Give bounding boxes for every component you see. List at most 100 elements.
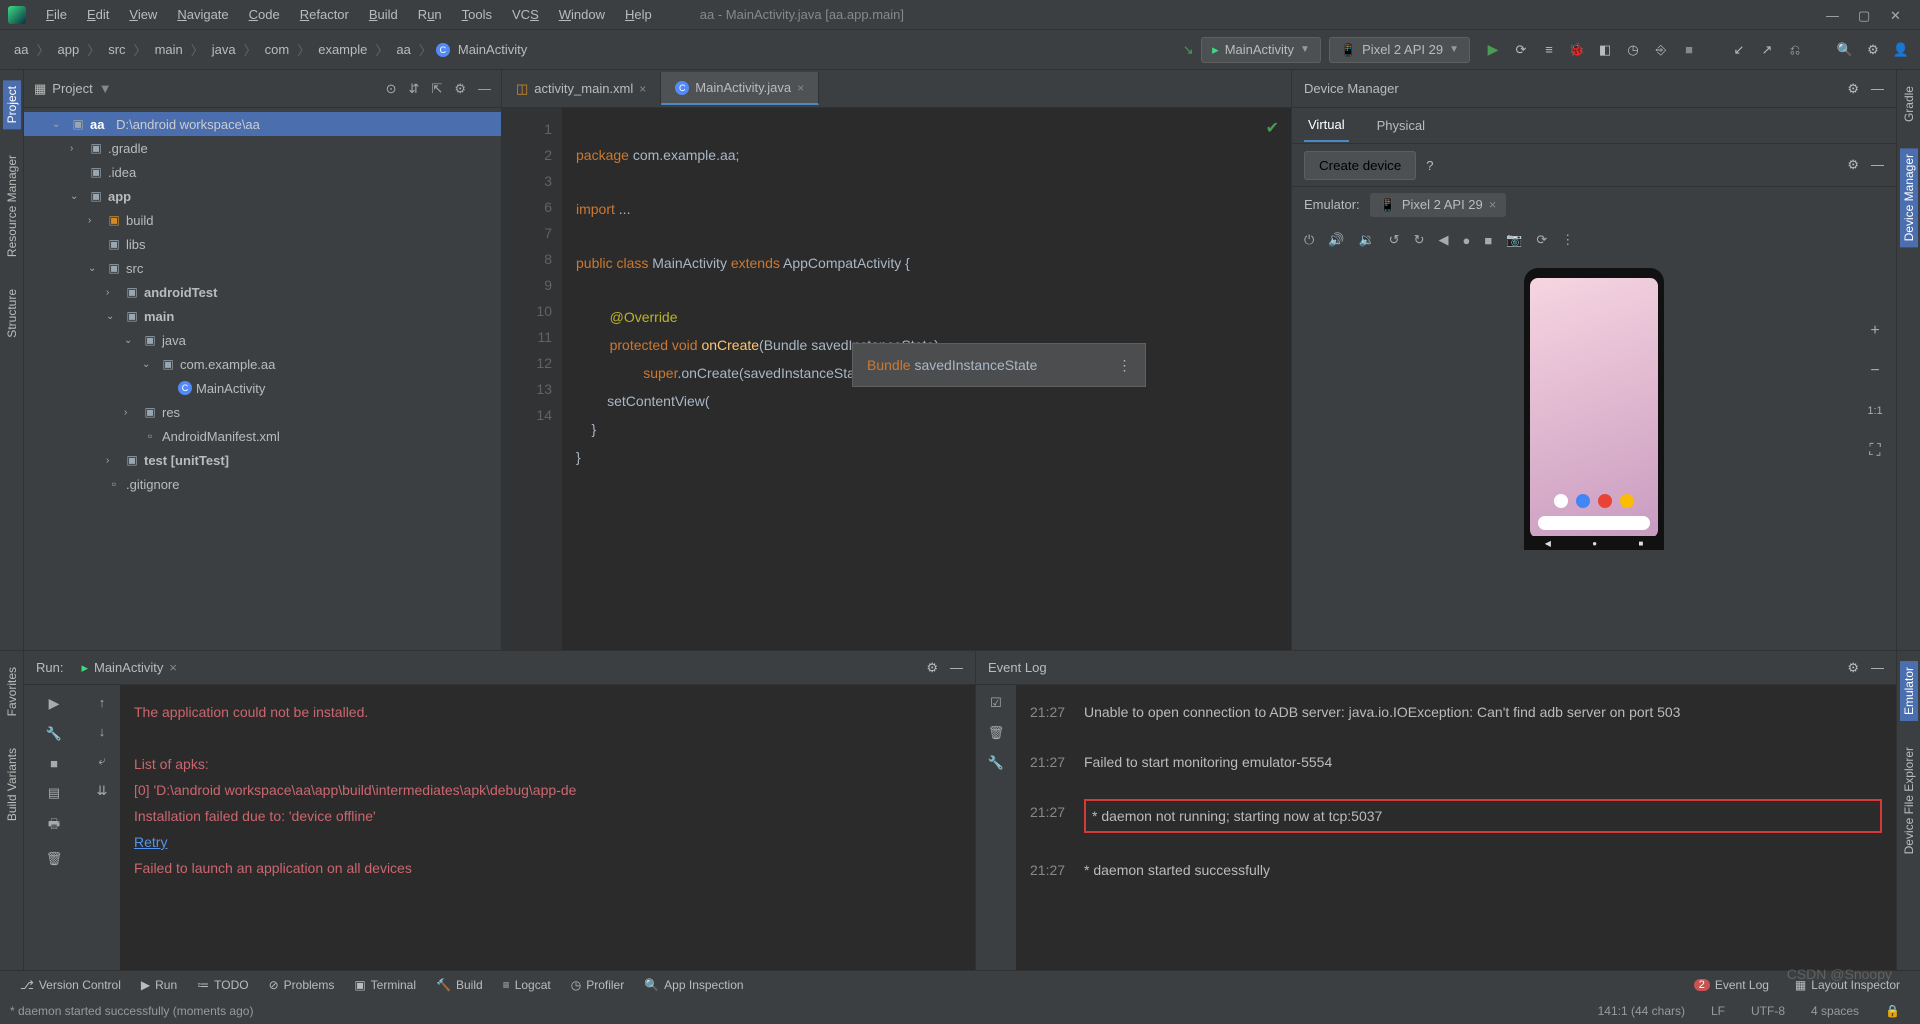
project-strip[interactable]: Project (3, 80, 21, 129)
sb-profiler[interactable]: ◷ Profiler (561, 974, 635, 996)
tree-row[interactable]: ⌄▣java (24, 328, 501, 352)
emulator-strip[interactable]: Emulator (1900, 661, 1918, 721)
volume-down-icon[interactable]: 🔉 (1358, 232, 1374, 248)
close-icon[interactable]: × (169, 660, 177, 675)
stop-icon[interactable]: ■ (50, 756, 58, 771)
zoom-11-icon[interactable]: 1:1 (1862, 398, 1888, 424)
bc-app[interactable]: app (53, 40, 83, 59)
zoom-fit-icon[interactable]: ⛶ (1862, 438, 1888, 464)
devexp-strip[interactable]: Device File Explorer (1900, 741, 1918, 860)
event-log-content[interactable]: 21:27Unable to open connection to ADB se… (1016, 685, 1896, 970)
wrap-icon[interactable]: ⤶ (98, 753, 105, 769)
code-editor[interactable]: ✔ 12367891011121314 package com.example.… (502, 108, 1291, 650)
expand-all-icon[interactable]: ⇵ (409, 81, 420, 97)
print-icon[interactable]: 🖶 (48, 815, 60, 837)
tree-row[interactable]: ▫AndroidManifest.xml (24, 424, 501, 448)
run-config-combo[interactable]: ▸MainActivity▼ (1201, 37, 1321, 63)
indent[interactable]: 4 spaces (1801, 1000, 1869, 1022)
sb-terminal[interactable]: ▣ Terminal (344, 974, 426, 996)
hide-icon[interactable]: — (1871, 660, 1884, 676)
retry-link[interactable]: Retry (134, 829, 961, 855)
back-icon[interactable]: ◀ (1438, 232, 1448, 248)
minimize-icon[interactable]: ― (1826, 8, 1840, 22)
more-icon[interactable]: ⋮ (1117, 352, 1131, 378)
git-pull-icon[interactable]: ↙ (1730, 41, 1748, 59)
gear-icon[interactable]: ⚙ (1847, 157, 1859, 173)
chevron-down-icon[interactable]: ▼ (99, 81, 112, 96)
up-icon[interactable]: ↑ (99, 695, 106, 710)
select-opened-icon[interactable]: ⊙ (386, 81, 397, 97)
menu-edit[interactable]: Edit (79, 3, 117, 26)
run-tab[interactable]: ▸MainActivity × (73, 656, 184, 680)
tree-row[interactable]: ›▣test [unitTest] (24, 448, 501, 472)
buildvar-strip[interactable]: Build Variants (3, 742, 21, 827)
rotate-left-icon[interactable]: ↺ (1389, 232, 1400, 248)
menu-build[interactable]: Build (361, 3, 406, 26)
caret-position[interactable]: 141:1 (44 chars) (1588, 1000, 1695, 1022)
apply-changes-icon[interactable]: ⟳ (1512, 41, 1530, 59)
settings-icon[interactable]: ⚙ (1864, 41, 1882, 59)
close-icon[interactable]: × (639, 82, 646, 96)
sb-vcs[interactable]: ⎇ Version Control (10, 974, 131, 996)
close-icon[interactable]: × (797, 81, 804, 95)
tree-row[interactable]: ›▣res (24, 400, 501, 424)
run-icon[interactable]: ▶ (1484, 41, 1502, 59)
tree-row[interactable]: ›▣androidTest (24, 280, 501, 304)
menu-help[interactable]: Help (617, 3, 660, 26)
search-icon[interactable]: 🔍 (1836, 41, 1854, 59)
menu-navigate[interactable]: Navigate (169, 3, 236, 26)
gear-icon[interactable]: ⚙ (454, 81, 466, 97)
home-icon[interactable]: ● (1462, 233, 1470, 248)
menu-vcs[interactable]: VCS (504, 3, 547, 26)
tree-row[interactable]: ⌄▣src (24, 256, 501, 280)
tree-row[interactable]: CMainActivity (24, 376, 501, 400)
bc-mainactivity[interactable]: MainActivity (454, 40, 531, 59)
tab-activity-main[interactable]: ◫activity_main.xml× (502, 73, 661, 105)
apply-code-icon[interactable]: ≡ (1540, 41, 1558, 59)
close-icon[interactable]: ✕ (1890, 8, 1904, 22)
tree-row[interactable]: ›▣build (24, 208, 501, 232)
overview-icon[interactable]: ■ (1484, 233, 1492, 248)
tree-row[interactable]: ⌄▣com.example.aa (24, 352, 501, 376)
bc-aa[interactable]: aa (10, 40, 32, 59)
sb-build[interactable]: 🔨 Build (426, 974, 493, 996)
sb-problems[interactable]: ⊘ Problems (259, 974, 345, 996)
close-icon[interactable]: × (1489, 197, 1497, 212)
bc-src[interactable]: src (104, 40, 129, 59)
tree-row[interactable]: ›▣.gradle (24, 136, 501, 160)
tab-physical[interactable]: Physical (1373, 110, 1429, 141)
debug-icon[interactable]: 🐞 (1568, 41, 1586, 59)
code-content[interactable]: package com.example.aa; import ... publi… (562, 108, 1291, 650)
sb-eventlog[interactable]: 2 Event Log (1684, 974, 1779, 996)
tree-row[interactable]: ▣.idea (24, 160, 501, 184)
down-icon[interactable]: ↓ (99, 724, 106, 739)
trash-icon[interactable]: 🗑 (46, 851, 63, 867)
menu-tools[interactable]: Tools (454, 3, 500, 26)
maximize-icon[interactable]: ▢ (1858, 8, 1872, 22)
zoom-in-icon[interactable]: + (1862, 318, 1888, 344)
tab-virtual[interactable]: Virtual (1304, 109, 1349, 142)
hide-icon[interactable]: — (1871, 157, 1884, 173)
settings-icon[interactable]: 🔧 (988, 755, 1004, 771)
hide-icon[interactable]: — (478, 81, 491, 97)
screenshot-icon[interactable]: 📷 (1506, 232, 1522, 248)
favorites-strip[interactable]: Favorites (3, 661, 21, 722)
emulator-device[interactable]: ◀●■ (1524, 268, 1664, 548)
tree-row[interactable]: ⌄▣main (24, 304, 501, 328)
make-icon[interactable]: ↘ (1179, 41, 1197, 59)
coverage-icon[interactable]: ◧ (1596, 41, 1614, 59)
menu-run[interactable]: Run (410, 3, 450, 26)
gear-icon[interactable]: ⚙ (1847, 81, 1859, 97)
tab-mainactivity[interactable]: CMainActivity.java× (661, 72, 819, 105)
menu-file[interactable]: File (38, 3, 75, 26)
stop-icon[interactable]: ■ (1680, 41, 1698, 59)
sb-run[interactable]: ▶ Run (131, 974, 187, 996)
power-icon[interactable]: ⏻ (1304, 232, 1314, 248)
gear-icon[interactable]: ⚙ (926, 660, 938, 676)
sb-todo[interactable]: ≔ TODO (187, 974, 258, 996)
device-combo[interactable]: 📱Pixel 2 API 29▼ (1329, 37, 1470, 63)
sb-appinspect[interactable]: 🔍 App Inspection (634, 974, 753, 996)
git-history-icon[interactable]: ⎌ (1786, 41, 1804, 59)
sb-logcat[interactable]: ≡ Logcat (493, 974, 561, 996)
menu-window[interactable]: Window (551, 3, 613, 26)
